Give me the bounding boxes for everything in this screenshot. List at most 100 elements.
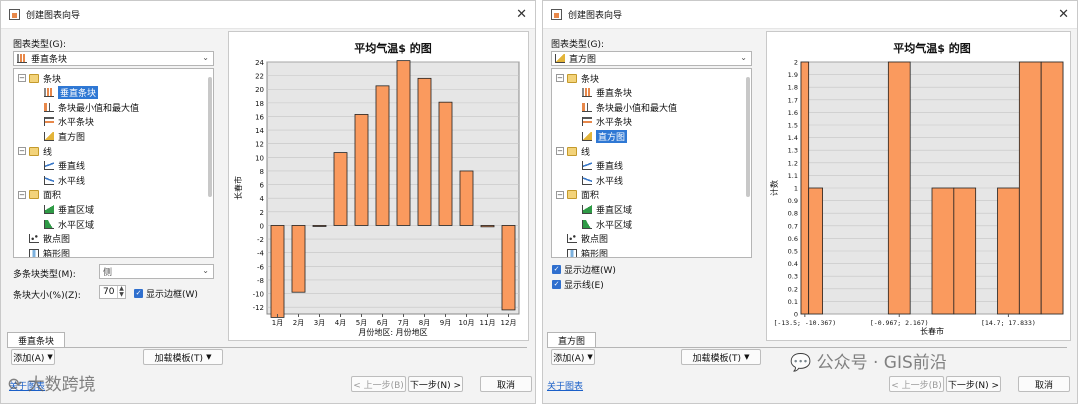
cancel-button[interactable]: 取消 bbox=[480, 376, 532, 392]
checkmark-icon: ✓ bbox=[552, 280, 561, 289]
tree-item[interactable]: − 线 bbox=[556, 144, 590, 158]
y-tick-label: -2 bbox=[257, 236, 264, 244]
x-axis-label: 长春市 bbox=[920, 326, 944, 336]
chart-preview-panel: 平均气温$ 的图 0 0.1 0.2 0.3 0.4 0.5 0.6 0.7 0.8 0.9 1 1.1… bbox=[766, 31, 1071, 341]
tree-item-label: 水平条块 bbox=[596, 118, 633, 129]
tree-item[interactable]: − 面积 bbox=[556, 188, 599, 202]
collapse-icon[interactable]: − bbox=[18, 74, 26, 82]
folder-icon bbox=[29, 73, 39, 83]
tree-item[interactable]: 散点图 bbox=[18, 232, 70, 246]
show-line-checkbox[interactable]: ✓ 显示线(E) bbox=[552, 278, 604, 291]
folder-icon bbox=[29, 146, 39, 156]
tree-item[interactable]: − 线 bbox=[18, 144, 52, 158]
chevron-down-icon: ⌄ bbox=[202, 266, 209, 275]
tree-scrollbar[interactable] bbox=[208, 77, 212, 197]
tree-item[interactable]: 垂直条块 bbox=[582, 86, 632, 100]
x-tick-label: [-13.5; -10.367) bbox=[774, 319, 837, 327]
add-button[interactable]: 添加(A) ▼ bbox=[551, 349, 595, 365]
tab-vertical-bar[interactable]: 垂直条块 bbox=[7, 332, 66, 347]
tree-item[interactable]: 条块最小值和最大值 bbox=[44, 100, 139, 114]
tree-item[interactable]: − 条块 bbox=[18, 71, 61, 85]
histogram-bar bbox=[808, 187, 824, 315]
tree-item[interactable]: 水平区域 bbox=[44, 217, 94, 231]
y-tick-label: -6 bbox=[257, 263, 265, 271]
prev-button[interactable]: < 上一步(B) bbox=[889, 376, 944, 392]
chart-type-value: 垂直条块 bbox=[31, 55, 68, 65]
chart-type-dropdown[interactable]: 直方图 ⌄ bbox=[551, 51, 752, 66]
tree-item[interactable]: 水平区域 bbox=[582, 217, 632, 231]
x-tick-label: 3月 bbox=[314, 319, 325, 327]
y-tick-label: 12 bbox=[255, 141, 264, 149]
tree-item[interactable]: − 面积 bbox=[18, 188, 61, 202]
tree-item[interactable]: 水平条块 bbox=[582, 115, 632, 129]
tree-item[interactable]: 散点图 bbox=[556, 232, 608, 246]
histogram-bar bbox=[997, 187, 1020, 315]
y-tick-label: 0.1 bbox=[788, 298, 798, 306]
y-tick-label: 1.1 bbox=[788, 172, 798, 180]
load-template-button[interactable]: 加载模板(T) ▼ bbox=[681, 349, 761, 365]
prev-button[interactable]: < 上一步(B) bbox=[351, 376, 406, 392]
add-button[interactable]: 添加(A) ▼ bbox=[11, 349, 55, 365]
bar bbox=[459, 170, 474, 226]
chart-type-label: 图表类型(G): bbox=[551, 40, 605, 50]
cancel-button-label: 取消 bbox=[496, 380, 515, 391]
tree-item[interactable]: 直方图 bbox=[44, 129, 85, 143]
tree-item[interactable]: 箱形图 bbox=[556, 246, 608, 257]
histogram-bar bbox=[953, 187, 977, 315]
tree-item[interactable]: 水平条块 bbox=[44, 115, 94, 129]
folder-icon bbox=[29, 190, 39, 200]
collapse-icon[interactable]: − bbox=[18, 190, 26, 199]
collapse-icon[interactable]: − bbox=[556, 147, 564, 155]
chart-type-tree[interactable]: − 条块垂直条块 条块最小值和最大值水平条块 直方图 − 线垂直线 水平线 − 面积 垂直区域 水平… bbox=[551, 68, 752, 258]
collapse-icon[interactable]: − bbox=[556, 74, 564, 82]
tree-item[interactable]: − 条块 bbox=[556, 71, 599, 85]
tree-item-label: 垂直条块 bbox=[596, 89, 633, 100]
tree-item[interactable]: 垂直区域 bbox=[44, 202, 94, 216]
show-border-checkbox[interactable]: ✓ 显示边框(W) bbox=[134, 287, 198, 300]
minmax-bar-icon bbox=[44, 102, 54, 112]
about-charts-link[interactable]: 关于图表 bbox=[547, 379, 583, 392]
collapse-icon[interactable]: − bbox=[18, 147, 26, 155]
tree-item[interactable]: 水平线 bbox=[44, 173, 85, 187]
tree-item[interactable]: 垂直线 bbox=[44, 159, 85, 173]
bar bbox=[417, 77, 432, 226]
tree-item-label: 直方图 bbox=[58, 132, 86, 143]
tree-item[interactable]: 垂直区域 bbox=[582, 202, 632, 216]
tab-histogram[interactable]: 直方图 bbox=[547, 332, 597, 347]
load-template-button[interactable]: 加载模板(T) ▼ bbox=[143, 349, 223, 365]
tree-item-label: 箱形图 bbox=[43, 249, 71, 258]
next-button[interactable]: 下一步(N) > bbox=[946, 376, 1001, 392]
tree-item-label: 条块最小值和最大值 bbox=[58, 103, 140, 114]
multibar-type-dropdown[interactable]: 侧 ⌄ bbox=[99, 264, 214, 279]
collapse-icon[interactable]: − bbox=[556, 190, 564, 199]
spin-arrows-icon[interactable]: ▲ ▼ bbox=[117, 286, 125, 298]
y-tick-label: 0.9 bbox=[788, 197, 798, 205]
chart-type-tree[interactable]: − 条块 垂直条块条块最小值和最大值 水平条块直方图 − 线垂直线 水平线 − 面积 垂直区域水平… bbox=[13, 68, 214, 258]
prev-button-label: < 上一步(B) bbox=[353, 380, 404, 391]
tree-item-label: 面积 bbox=[43, 191, 62, 202]
y-tick-label: 22 bbox=[255, 73, 264, 81]
chart-type-dropdown[interactable]: 垂直条块 ⌄ bbox=[13, 51, 214, 66]
tree-scrollbar[interactable] bbox=[746, 77, 750, 197]
cancel-button[interactable]: 取消 bbox=[1018, 376, 1070, 392]
next-button[interactable]: 下一步(N) > bbox=[408, 376, 463, 392]
bar bbox=[438, 101, 453, 226]
bar-size-stepper[interactable]: 70 ▲ ▼ bbox=[99, 285, 126, 299]
show-border-checkbox[interactable]: ✓ 显示边框(W) bbox=[552, 263, 616, 276]
chevron-down-icon: ⌄ bbox=[740, 53, 747, 62]
tree-item[interactable]: 直方图 bbox=[582, 129, 628, 143]
tree-item[interactable]: 箱形图 bbox=[18, 246, 71, 258]
close-icon[interactable]: ✕ bbox=[1058, 7, 1069, 22]
tree-item[interactable]: 垂直线 bbox=[582, 159, 623, 173]
close-icon[interactable]: ✕ bbox=[516, 7, 527, 22]
bar bbox=[291, 225, 306, 293]
tree-item-label: 水平区域 bbox=[58, 220, 95, 231]
histogram-bar bbox=[800, 61, 810, 315]
tree-item[interactable]: 垂直条块 bbox=[44, 86, 99, 100]
tree-item[interactable]: 水平线 bbox=[582, 173, 623, 187]
window-title: 创建图表向导 bbox=[26, 11, 81, 21]
tree-item-label: 散点图 bbox=[581, 235, 609, 246]
vertical-bar-icon bbox=[44, 88, 54, 98]
tree-item[interactable]: 条块最小值和最大值 bbox=[582, 100, 677, 114]
y-tick-label: -8 bbox=[257, 277, 264, 285]
